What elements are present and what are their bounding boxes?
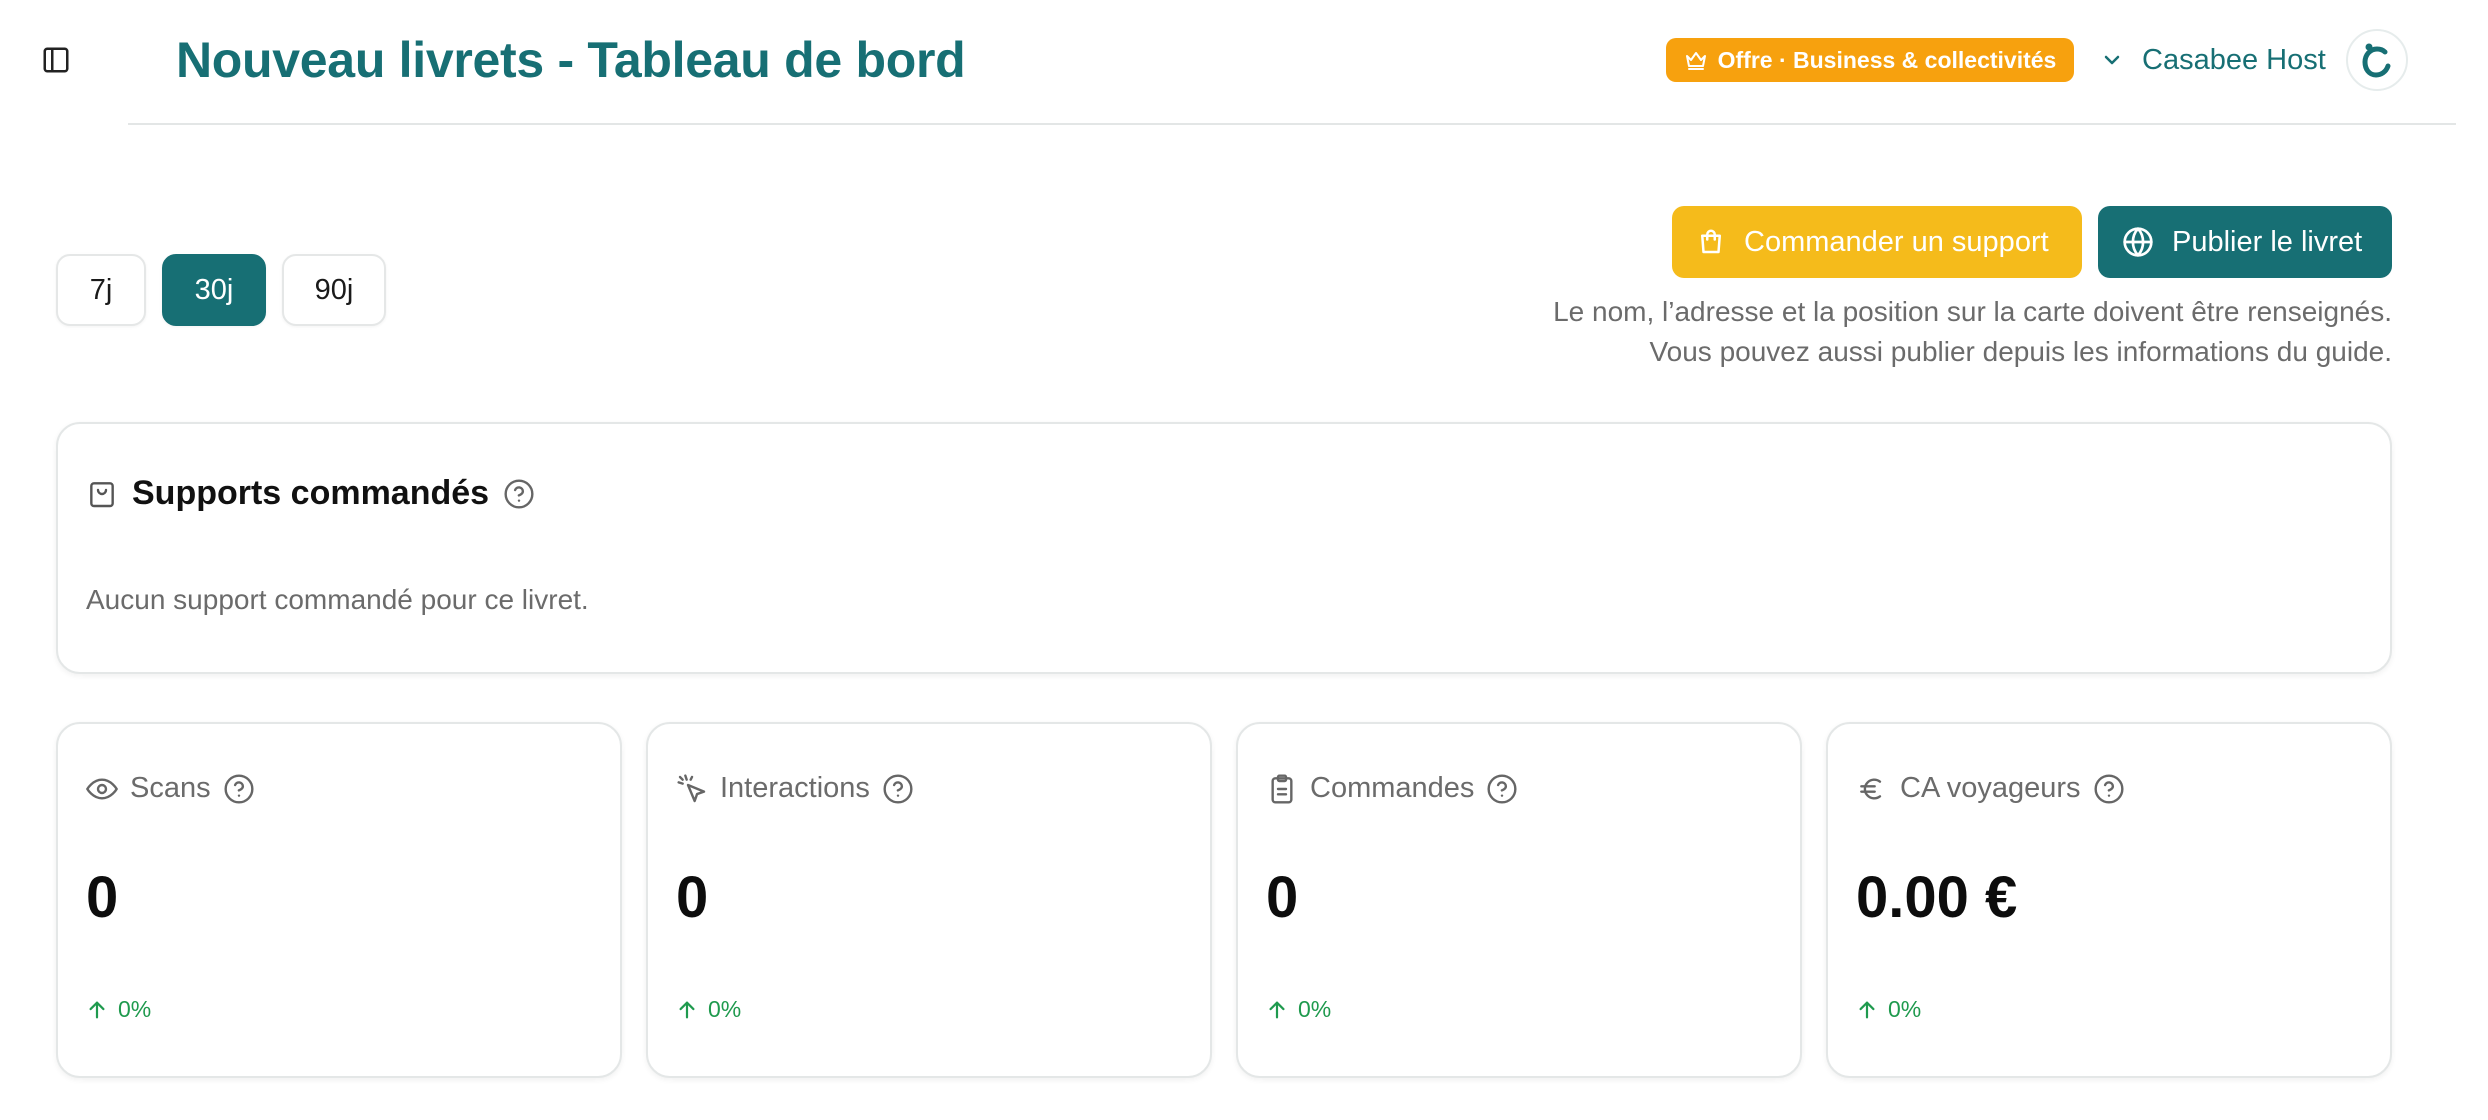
publish-hint-line: Vous pouvez aussi publier depuis les inf…: [1649, 336, 2392, 367]
period-90j-button[interactable]: 90j: [282, 254, 386, 326]
help-icon[interactable]: [503, 478, 535, 510]
metric-trend: 0%: [86, 996, 151, 1023]
order-support-button[interactable]: Commander un support: [1672, 206, 2082, 278]
metric-card-scans: Scans 0 0%: [56, 722, 622, 1078]
globe-icon: [2122, 226, 2154, 258]
period-selector: 7j 30j 90j: [56, 254, 386, 326]
metric-value: 0: [676, 865, 709, 930]
period-7j-button[interactable]: 7j: [56, 254, 146, 326]
plan-badge[interactable]: Offre · Business & collectivités: [1666, 38, 2074, 82]
metric-header: Scans: [86, 772, 255, 805]
order-support-label: Commander un support: [1744, 225, 2049, 258]
supports-empty-text: Aucun support commandé pour ce livret.: [86, 584, 589, 615]
pointer-click-icon: [676, 773, 708, 805]
metric-value: 0: [1266, 865, 1299, 930]
period-30j-button[interactable]: 30j: [162, 254, 266, 326]
metric-card-ca-voyageurs: CA voyageurs 0.00 € 0%: [1826, 722, 2392, 1078]
header-divider: [128, 123, 2456, 125]
metric-trend: 0%: [676, 996, 741, 1023]
metric-value: 0: [86, 865, 119, 930]
metric-label: Scans: [130, 772, 211, 804]
metric-card-interactions: Interactions 0 0%: [646, 722, 1212, 1078]
avatar[interactable]: [2346, 29, 2408, 91]
publish-hint-line: Le nom, l’adresse et la position sur la …: [1553, 296, 2392, 327]
publish-hint: Le nom, l’adresse et la position sur la …: [1553, 292, 2392, 372]
metric-trend-value: 0%: [1298, 996, 1332, 1022]
account-switcher[interactable]: Casabee Host: [2100, 36, 2326, 84]
arrow-up-icon: [1266, 999, 1288, 1021]
help-icon[interactable]: [1486, 773, 1518, 805]
brand-logo-icon: [2355, 38, 2399, 82]
eye-icon: [86, 773, 118, 805]
shopping-bag-icon: [1696, 227, 1726, 257]
supports-card: Supports commandés Aucun support command…: [56, 422, 2392, 674]
metric-label: Commandes: [1310, 772, 1475, 804]
publish-label: Publier le livret: [2172, 225, 2363, 258]
crown-icon: [1684, 48, 1708, 72]
plan-badge-label: Offre · Business & collectivités: [1717, 46, 2057, 73]
metric-header: Commandes: [1266, 772, 1518, 805]
metric-header: Interactions: [676, 772, 914, 805]
metric-trend: 0%: [1856, 996, 1921, 1023]
clipboard-icon: [1266, 773, 1298, 805]
arrow-up-icon: [676, 999, 698, 1021]
metric-trend-value: 0%: [1888, 996, 1922, 1022]
arrow-up-icon: [1856, 999, 1878, 1021]
metric-value: 0.00 €: [1856, 865, 2018, 930]
sidebar-panel-icon: [41, 45, 71, 75]
metric-trend-value: 0%: [708, 996, 742, 1022]
supports-title: Supports commandés: [132, 474, 490, 512]
supports-card-header: Supports commandés: [86, 474, 535, 513]
account-name: Casabee Host: [2142, 43, 2326, 76]
help-icon[interactable]: [223, 773, 255, 805]
help-icon[interactable]: [2093, 773, 2125, 805]
metric-label: CA voyageurs: [1900, 772, 2081, 804]
shopping-bag-icon: [86, 478, 118, 510]
metric-label: Interactions: [720, 772, 870, 804]
chevron-down-icon: [2100, 48, 2124, 72]
metric-trend-value: 0%: [118, 996, 152, 1022]
page-title: Nouveau livrets - Tableau de bord: [176, 32, 966, 88]
action-buttons: Commander un support Publier le livret: [1672, 206, 2392, 278]
help-icon[interactable]: [882, 773, 914, 805]
sidebar-toggle-button[interactable]: [36, 40, 76, 80]
arrow-up-icon: [86, 999, 108, 1021]
metric-trend: 0%: [1266, 996, 1331, 1023]
euro-icon: [1856, 773, 1888, 805]
metric-card-commandes: Commandes 0 0%: [1236, 722, 1802, 1078]
metric-header: CA voyageurs: [1856, 772, 2125, 805]
publish-button[interactable]: Publier le livret: [2098, 206, 2392, 278]
dashboard-page: Nouveau livrets - Tableau de bord Offre …: [0, 0, 2488, 1120]
